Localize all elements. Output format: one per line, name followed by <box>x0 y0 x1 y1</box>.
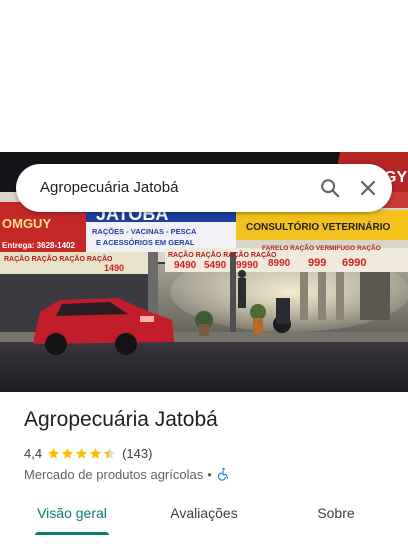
star-full-icon <box>76 447 88 459</box>
category-row: Mercado de produtos agrícolas • <box>24 465 230 483</box>
price-a: 1490 <box>104 263 124 273</box>
category-label: Mercado de produtos agrícolas <box>24 466 204 482</box>
price-e: 8990 <box>268 258 291 269</box>
price-g: 6990 <box>342 257 366 269</box>
tab-about[interactable]: Sobre <box>306 500 366 532</box>
separator-dot: • <box>207 466 212 482</box>
banner-mid: RAÇÃO RAÇÃO RAÇÃO RAÇÃO <box>168 250 277 259</box>
sign-consult: CONSULTÓRIO VETERINÁRIO <box>246 220 390 233</box>
close-icon[interactable] <box>356 176 380 200</box>
star-full-icon <box>90 447 102 459</box>
review-count[interactable]: (143) <box>122 446 152 461</box>
search-bar[interactable]: Agropecuária Jatobá <box>16 164 392 212</box>
star-half-icon <box>104 447 116 459</box>
wheelchair-icon <box>217 467 229 481</box>
price-f: 999 <box>308 257 326 269</box>
tab-overview[interactable]: Visão geral <box>35 500 109 532</box>
sign-brand-left: OMGUY <box>2 216 51 231</box>
rating-row[interactable]: 4,4 (143) <box>24 444 152 462</box>
rating-value: 4,4 <box>24 445 43 461</box>
tab-reviews[interactable]: Avaliações <box>160 500 248 532</box>
banner-left: RAÇÃO RAÇÃO RAÇÃO RAÇÃO <box>4 254 113 263</box>
banner-right: FARELO RAÇÃO VERMIFUGO RAÇÃO <box>262 243 381 252</box>
tab-indicator <box>35 532 109 535</box>
price-c: 5490 <box>204 260 227 271</box>
sign-phone: Entrega: 3628-1402 <box>2 241 75 250</box>
tab-bar: Visão geral Avaliações Sobre <box>0 500 408 544</box>
price-d: 9990 <box>236 260 259 271</box>
star-full-icon <box>62 447 74 459</box>
star-full-icon <box>48 447 60 459</box>
place-title: Agropecuária Jatobá <box>24 408 218 431</box>
star-rating <box>47 447 117 460</box>
search-query[interactable]: Agropecuária Jatobá <box>40 164 178 212</box>
sign-subtitle-1: RAÇÕES - VACINAS - PESCA <box>92 227 197 236</box>
price-b: 9490 <box>174 260 197 271</box>
sign-subtitle-2: E ACESSÓRIOS EM GERAL <box>96 238 195 247</box>
search-icon[interactable] <box>319 177 341 199</box>
